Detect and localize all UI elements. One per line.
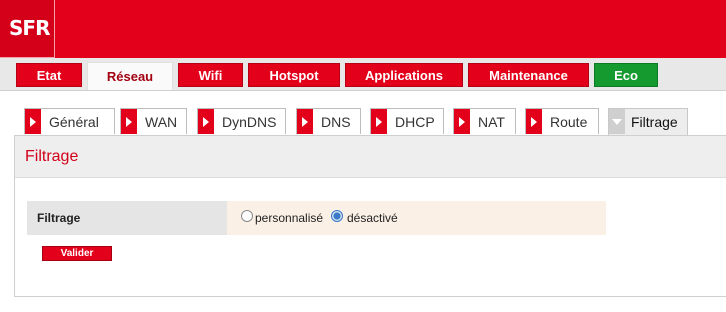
main-nav: Etat Réseau Wifi Hotspot Applications Ma… xyxy=(0,58,726,91)
main-tab-hotspot[interactable]: Hotspot xyxy=(248,63,340,87)
sub-nav: Général WAN DynDNS DNS DHCP NAT Route Fi… xyxy=(0,108,726,135)
arrow-right-icon xyxy=(454,109,470,134)
main-tab-etat[interactable]: Etat xyxy=(16,63,82,87)
main-tab-applications[interactable]: Applications xyxy=(345,63,463,87)
subtab-filtrage[interactable]: Filtrage xyxy=(608,108,688,135)
main-tab-maintenance[interactable]: Maintenance xyxy=(468,63,589,87)
panel-title: Filtrage xyxy=(25,148,79,165)
subtab-dhcp[interactable]: DHCP xyxy=(370,108,444,134)
subtab-wan[interactable]: WAN xyxy=(120,108,187,134)
subtab-nat[interactable]: NAT xyxy=(453,108,516,134)
main-tab-reseau[interactable]: Réseau xyxy=(87,62,173,90)
arrow-down-icon xyxy=(609,109,625,134)
radio-personnalise[interactable] xyxy=(241,210,253,222)
arrow-right-icon xyxy=(25,109,41,134)
header-bar: SFR xyxy=(0,0,726,58)
radio-label-personnalise[interactable]: personnalisé xyxy=(255,211,323,225)
arrow-right-icon xyxy=(371,109,387,134)
valider-button[interactable]: Valider xyxy=(42,246,112,261)
arrow-right-icon xyxy=(121,109,137,134)
subtab-general[interactable]: Général xyxy=(24,108,115,134)
setting-label: Filtrage xyxy=(37,211,81,225)
setting-label-cell: Filtrage xyxy=(27,201,227,235)
filtrage-setting-row: Filtrage personnalisé désactivé xyxy=(27,201,606,235)
sfr-logo[interactable]: SFR xyxy=(0,0,55,58)
subtab-dyndns[interactable]: DynDNS xyxy=(197,108,286,134)
main-tab-wifi[interactable]: Wifi xyxy=(178,63,243,87)
subtab-dns[interactable]: DNS xyxy=(296,108,361,134)
logo-text: SFR xyxy=(9,16,50,40)
radio-label-desactive[interactable]: désactivé xyxy=(347,211,398,225)
arrow-right-icon xyxy=(198,109,214,134)
setting-value-cell: personnalisé désactivé xyxy=(227,201,606,235)
panel-header: Filtrage xyxy=(15,136,726,178)
arrow-right-icon xyxy=(297,109,313,134)
subtab-route[interactable]: Route xyxy=(525,108,599,134)
radio-desactive[interactable] xyxy=(331,210,343,222)
arrow-right-icon xyxy=(526,109,542,134)
main-tab-eco[interactable]: Eco xyxy=(594,63,658,87)
